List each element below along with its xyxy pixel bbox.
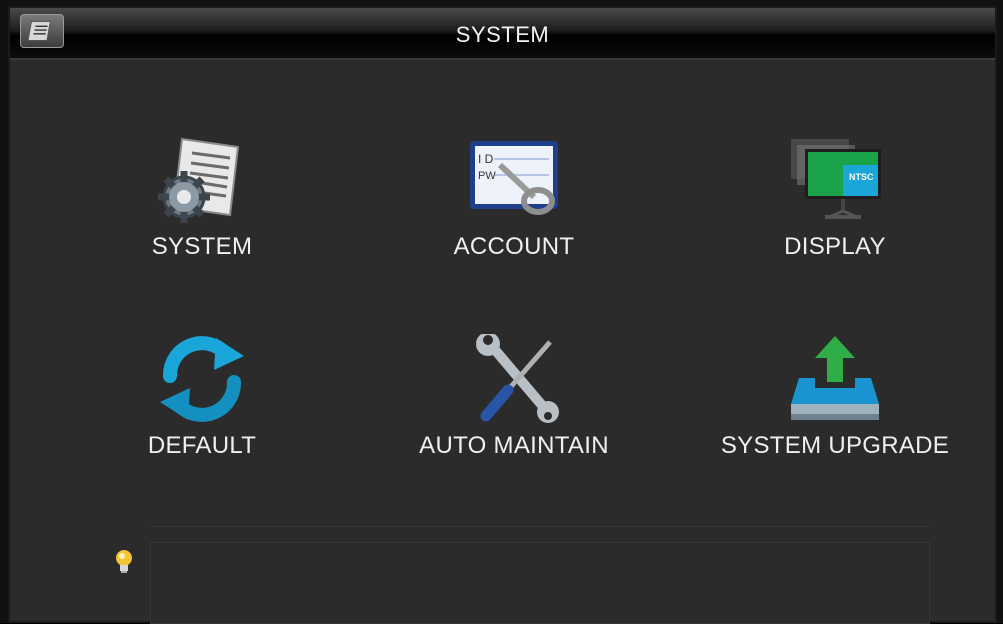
menu-item-label: SYSTEM <box>151 233 253 260</box>
menu-item-system-upgrade[interactable]: SYSTEM UPGRADE <box>705 334 965 494</box>
id-password-key-icon: I D PW <box>464 135 564 225</box>
system-window: SYSTEM SYSTEM I D PW ACCOUNT NTSC DISPLA… <box>8 6 997 624</box>
menu-item-label: DISPLAY <box>784 233 886 260</box>
divider <box>150 526 930 527</box>
svg-text:I D: I D <box>478 152 494 166</box>
svg-text:PW: PW <box>478 170 496 182</box>
menu-item-label: AUTO MAINTAIN <box>419 432 609 459</box>
upload-tray-icon <box>785 334 885 424</box>
window-title: SYSTEM <box>455 22 550 47</box>
title-bar: SYSTEM <box>10 8 995 60</box>
tip-text-box <box>150 542 930 624</box>
lightbulb-icon <box>116 550 132 573</box>
menu-item-auto-maintain[interactable]: AUTO MAINTAIN <box>384 332 644 494</box>
monitor-ntsc-icon: NTSC <box>785 135 885 225</box>
menu-item-label: DEFAULT <box>147 432 257 459</box>
svg-text:NTSC: NTSC <box>849 172 874 182</box>
menu-item-label: SYSTEM UPGRADE <box>720 432 950 459</box>
menu-item-default[interactable]: DEFAULT <box>72 334 332 494</box>
wrench-screwdriver-icon <box>464 332 564 424</box>
menu-item-display[interactable]: NTSC DISPLAY <box>705 135 965 295</box>
refresh-icon <box>152 334 252 424</box>
menu-item-account[interactable]: I D PW ACCOUNT <box>384 135 644 295</box>
settings-document-icon <box>152 135 252 225</box>
menu-item-system[interactable]: SYSTEM <box>72 135 332 295</box>
menu-item-label: ACCOUNT <box>453 233 575 260</box>
screen-frame: SYSTEM SYSTEM I D PW ACCOUNT NTSC DISPLA… <box>0 0 1003 624</box>
